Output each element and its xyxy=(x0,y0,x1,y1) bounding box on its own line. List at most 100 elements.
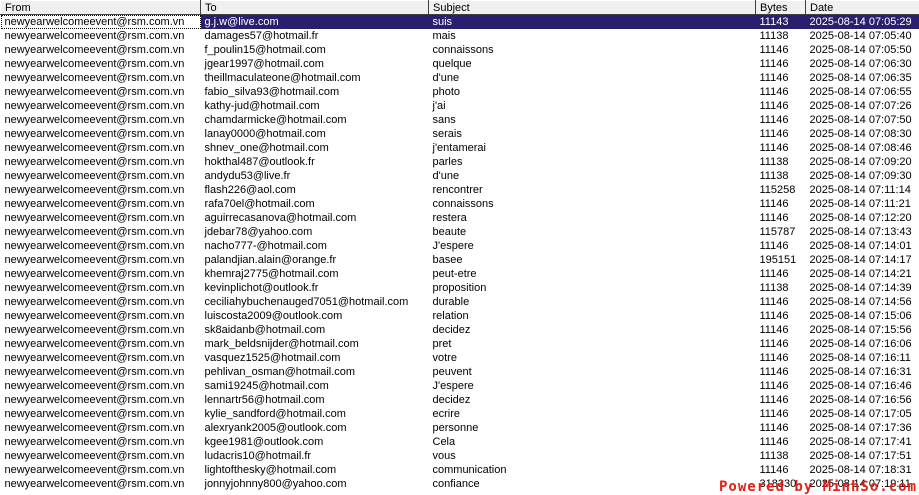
cell-to: jgear1997@hotmail.com xyxy=(204,58,324,70)
column-header-to[interactable]: To xyxy=(200,0,429,15)
cell-from: newyearwelcomeevent@rsm.com.vn xyxy=(4,58,185,70)
table-row[interactable]: newyearwelcomeevent@rsm.com.vn f_poulin15… xyxy=(1,43,919,57)
cell-bytes: 11146 xyxy=(759,366,789,378)
table-row[interactable]: newyearwelcomeevent@rsm.com.vn damages57@… xyxy=(1,29,919,43)
cell-subject: pret xyxy=(432,338,452,350)
table-row[interactable]: newyearwelcomeevent@rsm.com.vn nacho777-@… xyxy=(1,239,919,253)
cell-date: 2025-08-14 07:14:39 xyxy=(809,282,912,294)
table-row[interactable]: newyearwelcomeevent@rsm.com.vn jdebar78@y… xyxy=(1,225,919,239)
cell-to: nacho777-@hotmail.com xyxy=(204,240,327,252)
table-row[interactable]: newyearwelcomeevent@rsm.com.vn g.j.w@live… xyxy=(0,14,919,29)
table-row[interactable]: newyearwelcomeevent@rsm.com.vn shnev_one@… xyxy=(1,141,919,155)
cell-to: theillmaculateone@hotmail.com xyxy=(204,72,361,84)
cell-bytes: 11138 xyxy=(759,450,789,462)
cell-bytes: 11146 xyxy=(759,58,789,70)
cell-subject: suis xyxy=(428,14,756,29)
column-header-from[interactable]: From xyxy=(0,0,201,15)
table-row[interactable]: newyearwelcomeevent@rsm.com.vn khemraj277… xyxy=(1,267,919,281)
cell-to: ceciliahybuchenauged7051@hotmail.com xyxy=(204,296,409,308)
cell-date: 2025-08-14 07:11:14 xyxy=(809,184,911,196)
cell-date: 2025-08-14 07:05:29 xyxy=(805,14,919,29)
cell-date: 2025-08-14 07:05:50 xyxy=(809,44,912,56)
cell-date: 2025-08-14 07:15:56 xyxy=(809,324,912,336)
cell-to: vasquez1525@hotmail.com xyxy=(204,352,341,364)
cell-subject: communication xyxy=(432,464,507,476)
table-row[interactable]: newyearwelcomeevent@rsm.com.vn mark_belds… xyxy=(1,337,919,351)
table-row[interactable]: newyearwelcomeevent@rsm.com.vn kylie_sand… xyxy=(1,407,919,421)
cell-to: g.j.w@live.com xyxy=(200,14,429,29)
cell-subject: relation xyxy=(432,310,469,322)
cell-subject: beaute xyxy=(432,226,467,238)
cell-date: 2025-08-14 07:16:06 xyxy=(809,338,912,350)
column-header-bytes[interactable]: Bytes xyxy=(755,0,806,15)
table-row[interactable]: newyearwelcomeevent@rsm.com.vn ludacris10… xyxy=(1,449,919,463)
table-row[interactable]: newyearwelcomeevent@rsm.com.vn theillmacu… xyxy=(1,71,919,85)
column-header-date[interactable]: Date xyxy=(805,0,919,15)
table-row[interactable]: newyearwelcomeevent@rsm.com.vn lennartr56… xyxy=(1,393,919,407)
table-row[interactable]: newyearwelcomeevent@rsm.com.vn lightofthe… xyxy=(1,463,919,477)
cell-to: sk8aidanb@hotmail.com xyxy=(204,324,326,336)
table-row[interactable]: newyearwelcomeevent@rsm.com.vn andydu53@l… xyxy=(1,169,919,183)
cell-subject: J'espere xyxy=(432,240,474,252)
table-row[interactable]: newyearwelcomeevent@rsm.com.vn lanay0000@… xyxy=(1,127,919,141)
cell-bytes: 11146 xyxy=(759,212,789,224)
column-header-subject[interactable]: Subject xyxy=(428,0,756,15)
cell-to: luiscosta2009@outlook.com xyxy=(204,310,343,322)
cell-to: khemraj2775@hotmail.com xyxy=(204,268,339,280)
cell-to: lennartr56@hotmail.com xyxy=(204,394,325,406)
cell-to: lightofthesky@hotmail.com xyxy=(204,464,337,476)
cell-from: newyearwelcomeevent@rsm.com.vn xyxy=(4,226,185,238)
cell-date: 2025-08-14 07:18:31 xyxy=(809,464,912,476)
table-row[interactable]: newyearwelcomeevent@rsm.com.vn luiscosta2… xyxy=(1,309,919,323)
table-row[interactable]: newyearwelcomeevent@rsm.com.vn kathy-jud@… xyxy=(1,99,919,113)
cell-date: 2025-08-14 07:06:55 xyxy=(809,86,912,98)
table-row[interactable]: newyearwelcomeevent@rsm.com.vn chamdarmic… xyxy=(1,113,919,127)
table-row[interactable]: newyearwelcomeevent@rsm.com.vn kgee1981@o… xyxy=(1,435,919,449)
table-row[interactable]: newyearwelcomeevent@rsm.com.vn palandjian… xyxy=(1,253,919,267)
cell-bytes: 11146 xyxy=(759,436,789,448)
cell-bytes: 115258 xyxy=(759,184,796,196)
cell-to: andydu53@live.fr xyxy=(204,170,291,182)
table-row[interactable]: newyearwelcomeevent@rsm.com.vn alexryank2… xyxy=(1,421,919,435)
cell-subject: parles xyxy=(432,156,463,168)
cell-bytes: 11146 xyxy=(759,142,789,154)
table-row[interactable]: newyearwelcomeevent@rsm.com.vn flash226@a… xyxy=(1,183,919,197)
table-row[interactable]: newyearwelcomeevent@rsm.com.vn sk8aidanb@… xyxy=(1,323,919,337)
cell-subject: photo xyxy=(432,86,461,98)
cell-from: newyearwelcomeevent@rsm.com.vn xyxy=(4,72,185,84)
cell-date: 2025-08-14 07:16:46 xyxy=(809,380,912,392)
cell-bytes: 11146 xyxy=(759,72,789,84)
cell-subject: j'ai xyxy=(432,100,446,112)
table-row[interactable]: newyearwelcomeevent@rsm.com.vn sami19245@… xyxy=(1,379,919,393)
cell-date: 2025-08-14 07:16:56 xyxy=(809,394,912,406)
cell-bytes: 11146 xyxy=(759,240,789,252)
table-row[interactable]: newyearwelcomeevent@rsm.com.vn aguirrecas… xyxy=(1,211,919,225)
cell-subject: peut-etre xyxy=(432,268,477,280)
cell-date: 2025-08-14 07:11:21 xyxy=(809,198,911,210)
cell-bytes: 11146 xyxy=(759,408,789,420)
cell-to: chamdarmicke@hotmail.com xyxy=(204,114,347,126)
table-row[interactable]: newyearwelcomeevent@rsm.com.vn hokthal487… xyxy=(1,155,919,169)
table-row[interactable]: newyearwelcomeevent@rsm.com.vn vasquez152… xyxy=(1,351,919,365)
cell-subject: Cela xyxy=(432,436,456,448)
cell-bytes: 11146 xyxy=(759,338,789,350)
cell-bytes: 11146 xyxy=(759,268,789,280)
cell-bytes: 11146 xyxy=(759,394,789,406)
table-row[interactable]: newyearwelcomeevent@rsm.com.vn jgear1997@… xyxy=(1,57,919,71)
cell-date: 2025-08-14 07:09:30 xyxy=(809,170,912,182)
cell-subject: confiance xyxy=(432,478,480,490)
table-row[interactable]: newyearwelcomeevent@rsm.com.vn pehlivan_o… xyxy=(1,365,919,379)
table-row[interactable]: newyearwelcomeevent@rsm.com.vn rafa70el@h… xyxy=(1,197,919,211)
cell-date: 2025-08-14 07:15:06 xyxy=(809,310,912,322)
cell-subject: peuvent xyxy=(432,366,472,378)
cell-subject: vous xyxy=(432,450,456,462)
cell-subject: connaissons xyxy=(432,44,494,56)
table-row[interactable]: newyearwelcomeevent@rsm.com.vn kevinplich… xyxy=(1,281,919,295)
cell-from: newyearwelcomeevent@rsm.com.vn xyxy=(4,478,185,490)
cell-bytes: 11143 xyxy=(755,14,806,29)
mail-list: From To Subject Bytes Date newyearwelcom… xyxy=(0,0,919,495)
cell-subject: decidez xyxy=(432,324,471,336)
cell-from: newyearwelcomeevent@rsm.com.vn xyxy=(4,436,185,448)
table-row[interactable]: newyearwelcomeevent@rsm.com.vn ceciliahyb… xyxy=(1,295,919,309)
table-row[interactable]: newyearwelcomeevent@rsm.com.vn fabio_silv… xyxy=(1,85,919,99)
